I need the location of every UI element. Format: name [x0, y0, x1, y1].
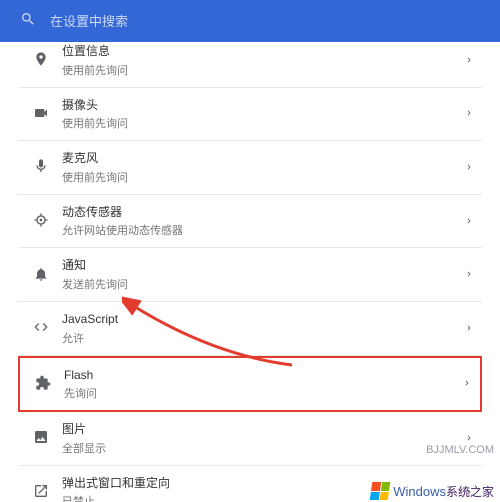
- popup-icon: [33, 483, 49, 502]
- location-icon: [33, 51, 49, 72]
- row-title: 麦克风: [62, 151, 464, 167]
- camera-icon: [33, 105, 49, 126]
- row-title: 弹出式窗口和重定向: [62, 476, 464, 492]
- settings-list: 位置信息使用前先询问 摄像头使用前先询问 麦克风使用前先询问 动态传感器允许网站…: [0, 42, 500, 502]
- chevron-right-icon: [464, 266, 474, 284]
- row-title: Flash: [64, 368, 462, 384]
- row-notifications[interactable]: 通知发送前先询问: [18, 248, 482, 302]
- row-title: JavaScript: [62, 312, 464, 328]
- row-sub: 允许: [62, 330, 464, 346]
- plugin-icon: [35, 375, 51, 396]
- bell-icon: [33, 266, 49, 287]
- search-icon: [20, 11, 36, 32]
- image-icon: [33, 429, 49, 450]
- row-sub: 发送前先询问: [62, 276, 464, 292]
- code-icon: [33, 319, 49, 340]
- search-input[interactable]: [50, 14, 480, 29]
- chevron-right-icon: [464, 159, 474, 177]
- row-sub: 使用前先询问: [62, 62, 464, 78]
- chevron-right-icon: [464, 105, 474, 123]
- row-sub: 使用前先询问: [62, 169, 464, 185]
- chevron-right-icon: [464, 430, 474, 448]
- chevron-right-icon: [462, 375, 472, 393]
- row-location[interactable]: 位置信息使用前先询问: [18, 42, 482, 88]
- search-bar: [0, 0, 500, 42]
- row-javascript[interactable]: JavaScript 允许: [18, 302, 482, 356]
- row-sub: 全部显示: [62, 440, 464, 456]
- row-title: 图片: [62, 422, 464, 438]
- row-sub: 已禁止: [62, 493, 464, 502]
- row-flash[interactable]: Flash先询问: [18, 356, 482, 413]
- row-sub: 允许网站使用动态传感器: [62, 222, 464, 238]
- row-popups[interactable]: 弹出式窗口和重定向已禁止: [18, 466, 482, 502]
- motion-sensor-icon: [33, 212, 49, 233]
- row-title: 动态传感器: [62, 205, 464, 221]
- microphone-icon: [33, 158, 49, 179]
- chevron-right-icon: [464, 320, 474, 338]
- row-sub: 使用前先询问: [62, 115, 464, 131]
- row-title: 位置信息: [62, 44, 464, 60]
- row-motion-sensors[interactable]: 动态传感器允许网站使用动态传感器: [18, 195, 482, 249]
- row-microphone[interactable]: 麦克风使用前先询问: [18, 141, 482, 195]
- chevron-right-icon: [464, 213, 474, 231]
- row-title: 摄像头: [62, 98, 464, 114]
- row-title: 通知: [62, 258, 464, 274]
- chevron-right-icon: [464, 484, 474, 502]
- chevron-right-icon: [464, 52, 474, 70]
- row-sub: 先询问: [64, 385, 462, 401]
- row-images[interactable]: 图片全部显示: [18, 412, 482, 466]
- row-camera[interactable]: 摄像头使用前先询问: [18, 88, 482, 142]
